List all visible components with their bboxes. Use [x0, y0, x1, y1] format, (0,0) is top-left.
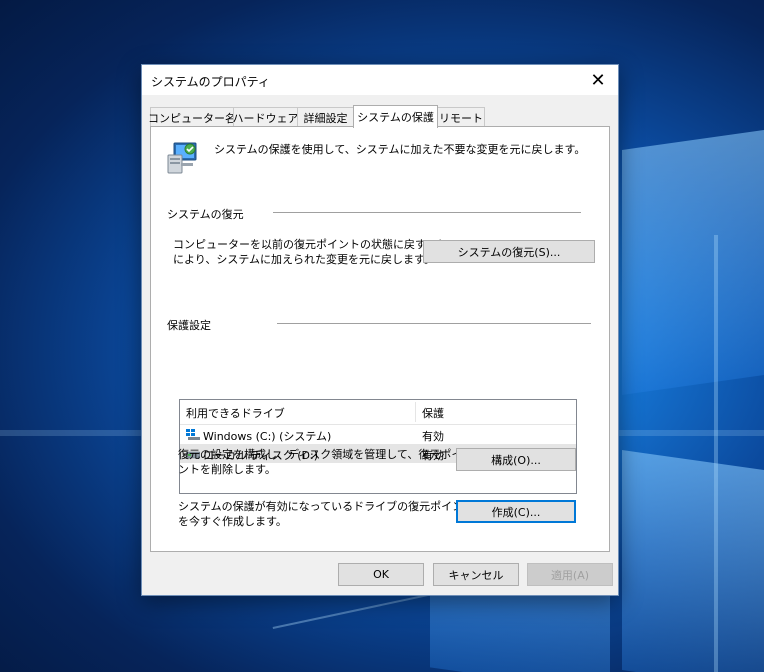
tab-computer-name[interactable]: コンピューター名	[148, 107, 236, 127]
column-header-protection[interactable]: 保護	[422, 405, 444, 421]
apply-button[interactable]: 適用(A)	[527, 563, 613, 586]
system-restore-group-label: システムの復元	[167, 208, 244, 221]
close-icon[interactable]: ✕	[578, 65, 618, 95]
tab-hardware[interactable]: ハードウェア	[233, 107, 299, 127]
protection-settings-group-line	[277, 323, 591, 324]
tab-advanced[interactable]: 詳細設定	[297, 107, 354, 127]
title-bar: システムのプロパティ ✕	[142, 65, 618, 95]
desktop-logo-pane-bottom-right	[622, 450, 764, 672]
desktop-light-beam-2	[714, 235, 718, 672]
system-restore-group-line	[273, 212, 581, 213]
system-properties-dialog: システムのプロパティ ✕ コンピューター名 ハードウェア 詳細設定 システムの保…	[141, 64, 619, 596]
intro-text: システムの保護を使用して、システムに加えた不要な変更を元に戻します。	[214, 143, 586, 156]
column-header-drives[interactable]: 利用できるドライブ	[186, 405, 285, 421]
system-restore-button[interactable]: システムの復元(S)...	[423, 240, 595, 263]
ok-button[interactable]: OK	[338, 563, 424, 586]
tab-remote[interactable]: リモート	[437, 107, 485, 127]
drive-row-c[interactable]: Windows (C:) (システム) 有効	[180, 425, 576, 444]
column-separator	[415, 402, 416, 422]
create-button[interactable]: 作成(C)...	[456, 500, 576, 523]
drive-list-header: 利用できるドライブ 保護	[180, 400, 576, 425]
cancel-button[interactable]: キャンセル	[433, 563, 519, 586]
tab-system-protection[interactable]: システムの保護	[353, 105, 438, 128]
system-protection-panel: システムの保護を使用して、システムに加えた不要な変更を元に戻します。 システムの…	[150, 126, 610, 552]
drive-name: Windows (C:) (システム)	[203, 430, 332, 443]
configure-description-text: 復元の設定を構成し、ディスク領域を管理して、復元ポイ ントを削除します。	[178, 448, 463, 476]
protection-settings-group-label: 保護設定	[167, 319, 211, 332]
drive-protection-status: 有効	[422, 430, 444, 443]
window-title: システムのプロパティ	[151, 75, 270, 89]
system-restore-description: コンピューターを以前の復元ポイントの状態に戻すこと により、システムに加えられた…	[173, 238, 448, 266]
configure-button[interactable]: 構成(O)...	[456, 448, 576, 471]
windows-drive-icon	[186, 429, 200, 440]
computer-shield-icon	[167, 142, 197, 174]
desktop-logo-pane-top-right	[622, 130, 764, 395]
create-description-text: システムの保護が有効になっているドライブの復元ポイント を今すぐ作成します。	[178, 500, 475, 528]
